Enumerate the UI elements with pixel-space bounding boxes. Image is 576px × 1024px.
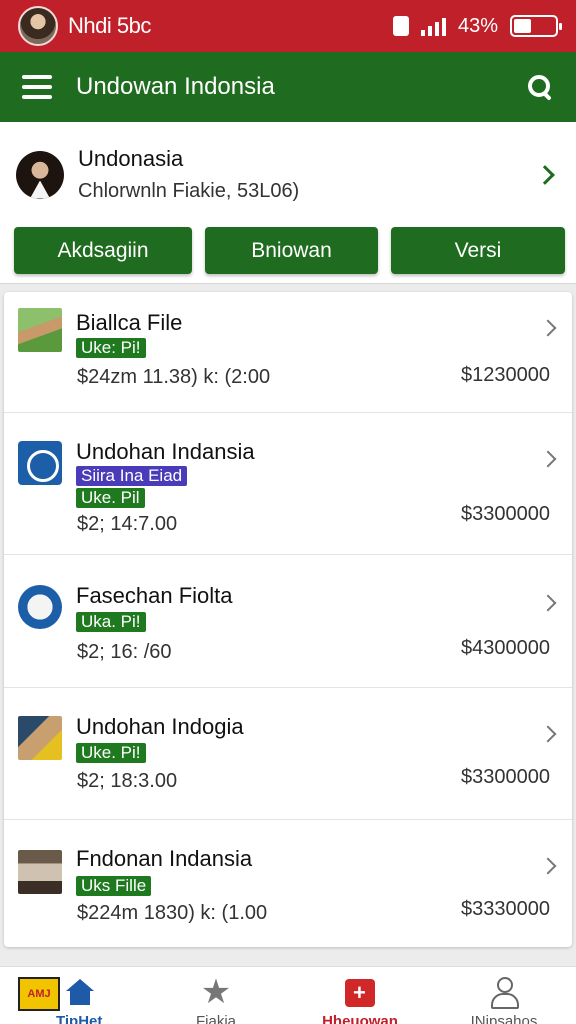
item-title: Fasechan Fiolta [76,583,233,608]
badge-thumb [18,441,62,485]
item-title: Fndonan Indansia [76,846,253,871]
action-button-1[interactable]: Akdsagiin [14,227,192,274]
search-icon[interactable] [526,73,554,101]
item-price: $3330000 [461,898,550,920]
item-price: $3300000 [461,766,550,788]
item-date: $2; 18:3.00 [77,770,178,792]
chevron-right-icon[interactable] [539,450,557,468]
battery-icon [510,15,562,37]
action-button-3[interactable]: Versi [391,227,565,274]
nav-item-shop[interactable]: Hheuowan [288,967,432,1024]
star-icon: ★ [200,973,232,1011]
app-title: Undowan Indonsia [76,73,275,100]
nav-label: INipsahos [470,1013,538,1024]
bottom-nav: AMJ TipHet ★ Fiakia Hheuowan INipsahos [0,966,576,1024]
nav-label: Hheuowan [322,1013,398,1024]
nav-label: TipHet [56,1013,103,1024]
photo-thumb [18,850,62,894]
list-item[interactable]: Biallca File Uke: Pi! $24zm 11.38) k: (2… [4,292,572,413]
status-icons: 43% [392,14,562,38]
item-tag: Uke. Pi! [76,743,146,763]
avatar [18,6,58,46]
item-tag: Uke. Pil [76,488,145,508]
list-item[interactable]: Fndonan Indansia Uks Fille $224m 1830) k… [4,820,572,947]
item-title: Undohan Indogia [76,714,244,739]
photo-thumb [18,308,62,352]
round-thumb [18,585,62,629]
app-bar: Undowan Indonsia [0,52,576,122]
item-date: $224m 1830) k: (1.00 [77,902,268,924]
bag-icon [345,979,375,1007]
profile-row[interactable]: Undonasia Chlorwnln Fiakie, 53L06) [0,122,576,203]
chevron-right-icon[interactable] [535,164,555,185]
nav-item-home[interactable]: AMJ TipHet [0,967,144,1024]
item-tag: Uke: Pi! [76,338,146,358]
item-date: $2; 14:7.00 [77,513,178,535]
item-date: $24zm 11.38) k: (2:00 [77,366,271,388]
home-icon [66,979,94,1005]
menu-icon[interactable] [22,75,52,99]
item-list: Biallca File Uke: Pi! $24zm 11.38) k: (2… [4,292,572,947]
profile-card: Undonasia Chlorwnln Fiakie, 53L06) Akdsa… [0,122,576,284]
sim-icon [392,16,409,36]
chevron-right-icon[interactable] [539,725,557,743]
list-item[interactable]: Fasechan Fiolta Uka. Pi! $2; 16: /60 $43… [4,555,572,688]
signal-icon [420,16,446,36]
item-title: Undohan Indansia [76,439,255,464]
news-logo: AMJ [18,977,60,1011]
item-tag: Siira Ina Eiad [76,466,188,486]
action-buttons: Akdsagiin Bniowan Versi [0,203,576,274]
item-title: Biallca File [76,310,183,335]
user-icon [490,977,519,1009]
nav-item-favorites[interactable]: ★ Fiakia [144,967,288,1024]
nav-item-profile[interactable]: INipsahos [432,967,576,1024]
nav-label: Fiakia [195,1013,236,1024]
list-item[interactable]: Undohan Indogia Uke. Pi! $2; 18:3.00 $33… [4,688,572,820]
action-button-2[interactable]: Bniowan [205,227,378,274]
profile-subtitle: Chlorwnln Fiakie, 53L06) [78,180,300,202]
profile-avatar [16,150,64,199]
item-date: $2; 16: /60 [77,641,172,663]
profile-text: Undonasia Chlorwnln Fiakie, 53L06) [78,146,299,203]
battery-percent: 43% [457,14,498,37]
profile-name: Undonasia [78,146,184,171]
item-tag: Uks Fille [76,876,152,896]
status-bar: Nhdi 5bc 43% [0,0,576,52]
chevron-right-icon[interactable] [539,857,557,875]
chevron-right-icon[interactable] [539,594,557,612]
item-price: $3300000 [461,503,550,525]
item-price: $4300000 [461,637,550,659]
photo-thumb [18,716,62,760]
status-name: Nhdi 5bc [68,13,151,38]
battery-fill [514,19,532,33]
list-item[interactable]: Undohan Indansia Siira Ina Eiad Uke. Pil… [4,413,572,555]
item-tag: Uka. Pi! [76,612,146,632]
item-price: $1230000 [461,364,550,386]
chevron-right-icon[interactable] [539,319,557,337]
